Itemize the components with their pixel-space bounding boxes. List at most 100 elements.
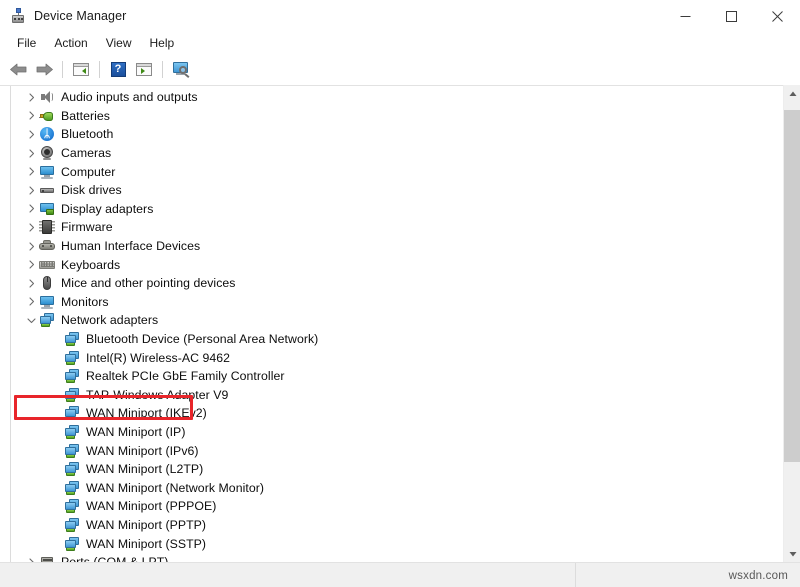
tree-item-batteries[interactable]: Batteries [0,107,780,126]
port-icon [39,554,55,562]
chevron-right-icon[interactable] [23,145,39,161]
disk-drive-icon [39,182,55,198]
toolbar-separator [99,61,100,78]
tree-item-display-adapters[interactable]: Display adapters [0,200,780,219]
network-adapter-icon [64,480,80,496]
tree-item-wan-miniport-network-monitor[interactable]: WAN Miniport (Network Monitor) [0,478,780,497]
properties-icon [134,59,155,80]
tree-item-ports-com-lpt[interactable]: Ports (COM & LPT) [0,553,780,562]
tree-item-label: WAN Miniport (L2TP) [86,462,203,476]
device-manager-window: Device Manager File Action View Help [0,0,800,587]
device-tree[interactable]: Audio inputs and outputsBatteriesᛦBlueto… [0,85,800,562]
forward-button[interactable] [31,57,57,81]
tree-item-tap-windows-adapter-v9[interactable]: TAP-Windows Adapter V9 [0,386,780,405]
tree-item-label: WAN Miniport (PPPOE) [86,499,216,513]
menu-help[interactable]: Help [141,34,184,52]
device-manager-icon [10,8,26,24]
network-adapter-icon [64,424,80,440]
tree-item-disk-drives[interactable]: Disk drives [0,181,780,200]
window-controls [662,0,800,32]
tree-item-realtek-pcie-gbe-family-controller[interactable]: Realtek PCIe GbE Family Controller [0,367,780,386]
network-adapter-icon [64,405,80,421]
tree-item-label: Bluetooth Device (Personal Area Network) [86,332,318,346]
chevron-right-icon[interactable] [23,164,39,180]
tree-item-intel-r-wireless-ac-9462[interactable]: Intel(R) Wireless-AC 9462 [0,348,780,367]
chevron-right-icon[interactable] [23,275,39,291]
chevron-right-icon[interactable] [23,108,39,124]
tree-item-human-interface-devices[interactable]: Human Interface Devices [0,237,780,256]
properties-button[interactable] [131,57,157,81]
tree-item-wan-miniport-pppoe[interactable]: WAN Miniport (PPPOE) [0,497,780,516]
show-hide-console-tree-button[interactable] [68,57,94,81]
tree-item-network-adapters[interactable]: Network adapters [0,311,780,330]
tree-item-label: Ports (COM & LPT) [61,555,168,562]
scroll-down-icon[interactable] [784,545,800,562]
chevron-right-icon[interactable] [23,294,39,310]
close-button[interactable] [754,0,800,32]
tree-item-firmware[interactable]: Firmware [0,218,780,237]
chevron-right-icon[interactable] [23,219,39,235]
minimize-button[interactable] [662,0,708,32]
tree-item-wan-miniport-l2tp[interactable]: WAN Miniport (L2TP) [0,460,780,479]
chevron-down-icon[interactable] [23,312,39,328]
keyboard-icon [39,257,55,273]
chevron-right-icon[interactable] [23,89,39,105]
network-adapter-icon [64,387,80,403]
tree-item-wan-miniport-ip[interactable]: WAN Miniport (IP) [0,423,780,442]
display-adapter-icon [39,201,55,217]
tree-item-wan-miniport-sstp[interactable]: WAN Miniport (SSTP) [0,534,780,553]
chevron-right-icon[interactable] [23,238,39,254]
chevron-right-icon[interactable] [23,182,39,198]
tree-item-label: Mice and other pointing devices [61,276,236,290]
tree-item-label: Network adapters [61,313,158,327]
scroll-up-icon[interactable] [784,85,800,102]
tree-item-computer[interactable]: Computer [0,162,780,181]
window-title: Device Manager [34,9,126,23]
tree-item-keyboards[interactable]: Keyboards [0,255,780,274]
tree-item-wan-miniport-ikev2[interactable]: WAN Miniport (IKEv2) [0,404,780,423]
tree-item-wan-miniport-pptp[interactable]: WAN Miniport (PPTP) [0,516,780,535]
back-arrow-icon [9,62,28,77]
chevron-right-icon[interactable] [23,554,39,562]
vertical-scrollbar[interactable] [783,85,800,562]
tree-item-mice-and-other-pointing-devices[interactable]: Mice and other pointing devices [0,274,780,293]
tree-item-monitors[interactable]: Monitors [0,293,780,312]
chevron-right-icon[interactable] [23,201,39,217]
status-bar: wsxdn.com [0,562,800,587]
tree-item-label: Keyboards [61,258,120,272]
network-adapter-icon [64,368,80,384]
tree-item-label: Disk drives [61,183,122,197]
network-adapter-icon [64,443,80,459]
tree-item-bluetooth[interactable]: ᛦBluetooth [0,125,780,144]
network-adapter-icon [64,461,80,477]
tree-item-label: WAN Miniport (SSTP) [86,537,206,551]
network-adapter-icon [64,350,80,366]
battery-icon [39,108,55,124]
help-icon: ? [108,59,129,80]
status-divider [575,563,576,587]
tree-item-wan-miniport-ipv6[interactable]: WAN Miniport (IPv6) [0,441,780,460]
menu-file[interactable]: File [8,34,45,52]
chevron-right-icon[interactable] [23,257,39,273]
tree-item-cameras[interactable]: Cameras [0,144,780,163]
tree-item-audio-inputs-and-outputs[interactable]: Audio inputs and outputs [0,88,780,107]
scrollbar-thumb[interactable] [784,110,800,462]
forward-arrow-icon [35,62,54,77]
toolbar: ? [0,54,800,84]
back-button[interactable] [5,57,31,81]
toolbar-separator [62,61,63,78]
help-button[interactable]: ? [105,57,131,81]
scan-for-hardware-changes-icon [171,59,192,80]
scan-for-hardware-changes-button[interactable] [168,57,194,81]
network-adapter-icon [64,331,80,347]
tree-item-label: Human Interface Devices [61,239,200,253]
tree-item-bluetooth-device-personal-area-network[interactable]: Bluetooth Device (Personal Area Network) [0,330,780,349]
menu-view[interactable]: View [97,34,141,52]
tree-item-label: WAN Miniport (IPv6) [86,444,199,458]
maximize-button[interactable] [708,0,754,32]
tree-item-label: Bluetooth [61,127,113,141]
camera-icon [39,145,55,161]
menu-action[interactable]: Action [45,34,96,52]
chevron-right-icon[interactable] [23,126,39,142]
tree-item-label: Computer [61,165,115,179]
